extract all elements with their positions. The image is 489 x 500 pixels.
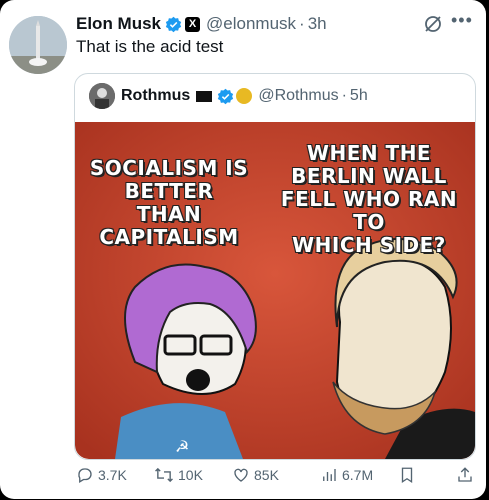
flag-icon: [196, 90, 213, 102]
verified-icon: [217, 88, 234, 105]
tweet-text: That is the acid test: [76, 37, 224, 56]
svg-text:☭: ☭: [175, 437, 189, 456]
author-avatar[interactable]: [9, 16, 67, 74]
tweet-card[interactable]: Elon Musk X @elonmusk · 3h ••• That is t…: [0, 0, 486, 499]
author-name[interactable]: Elon Musk: [76, 14, 161, 34]
quoted-avatar[interactable]: [89, 83, 115, 109]
reply-count: 3.7K: [98, 467, 127, 483]
gold-badge-icon: [236, 88, 253, 104]
share-button[interactable]: [456, 466, 478, 484]
like-button[interactable]: 85K: [232, 466, 279, 484]
share-icon: [458, 467, 472, 482]
tweet-header: Elon Musk X @elonmusk · 3h: [76, 13, 327, 35]
quoted-time[interactable]: 5h: [350, 87, 368, 105]
reply-button[interactable]: 3.7K: [76, 466, 127, 484]
meme-image[interactable]: ☭ SOCIALISM IS BETTER THAN CAPITALISM WH…: [75, 122, 475, 459]
quoted-handle[interactable]: @Rothmus: [258, 87, 338, 105]
meme-left-text: SOCIALISM IS BETTER THAN CAPITALISM: [89, 156, 249, 249]
like-count: 85K: [254, 467, 279, 483]
like-icon: [234, 468, 248, 482]
views-icon: [323, 469, 336, 481]
separator-dot: ·: [299, 14, 305, 33]
separator-dot: ·: [341, 87, 347, 104]
meme-right-text: WHEN THE BERLIN WALL FELL WHO RAN TO WHI…: [280, 141, 458, 257]
quoted-header: Rothmus @Rothmus · 5h: [89, 83, 368, 109]
repost-icon: [155, 467, 173, 483]
views-button[interactable]: 6.7M: [320, 466, 373, 484]
reply-icon: [78, 468, 92, 483]
tweet-time[interactable]: 3h: [308, 14, 327, 34]
repost-count: 10K: [178, 467, 203, 483]
verified-icon: [165, 16, 182, 33]
x-badge-icon: X: [185, 16, 201, 32]
bookmark-button[interactable]: [398, 466, 420, 484]
repost-button[interactable]: 10K: [154, 466, 203, 484]
bookmark-icon: [401, 467, 413, 484]
action-bar: 3.7K 10K 85K 6.7M: [76, 466, 476, 486]
grok-icon[interactable]: [421, 12, 445, 36]
author-handle[interactable]: @elonmusk: [206, 14, 296, 34]
views-count: 6.7M: [342, 467, 374, 483]
quoted-author-name[interactable]: Rothmus: [121, 87, 190, 105]
more-icon[interactable]: •••: [451, 10, 473, 31]
quoted-tweet[interactable]: Rothmus @Rothmus · 5h ☭ SOCIALISM IS BET…: [74, 73, 476, 460]
